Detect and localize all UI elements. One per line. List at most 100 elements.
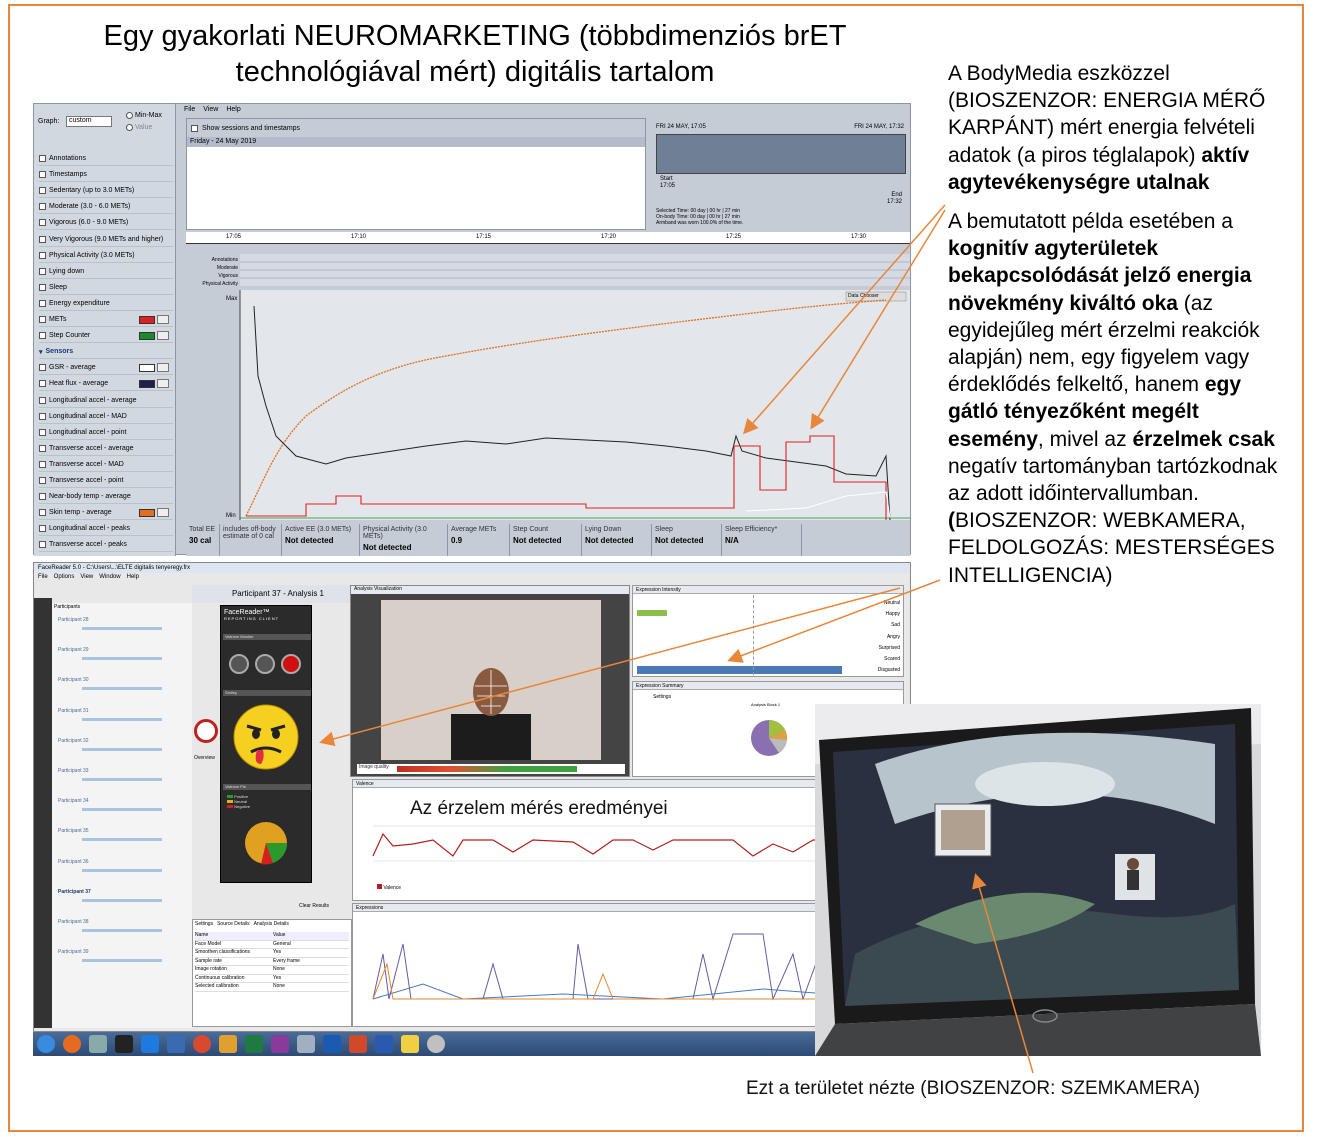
menu-window[interactable]: Window	[99, 574, 120, 580]
participant-item[interactable]: Participant 32	[58, 738, 89, 748]
sidebar-checkbox[interactable]	[39, 525, 46, 533]
participant-item[interactable]: Participant 37	[58, 889, 91, 899]
color-swatch[interactable]	[139, 363, 155, 372]
sidebar-checkbox[interactable]	[39, 267, 46, 275]
menu-file[interactable]: File	[38, 574, 48, 580]
sidebar-checkbox[interactable]	[39, 283, 46, 291]
terminal-icon[interactable]	[115, 1035, 133, 1053]
sidebar-item[interactable]: Physical Activity (3.0 METs)	[39, 249, 173, 263]
app-icon[interactable]	[297, 1035, 315, 1053]
minmax-radio[interactable]: Min-Max	[126, 112, 162, 119]
chevron-down-icon[interactable]	[157, 379, 169, 389]
settings-button[interactable]: Settings	[653, 694, 671, 700]
participant-item[interactable]: Participant 33	[58, 768, 89, 778]
sidebar-item[interactable]: Skin temp - average	[39, 506, 173, 521]
menu-help[interactable]: Help	[127, 574, 139, 580]
sidebar-checkbox[interactable]	[39, 316, 46, 323]
sidebar-checkbox[interactable]	[39, 299, 46, 307]
sidebar-checkbox[interactable]	[39, 493, 46, 501]
firefox-icon[interactable]	[63, 1035, 81, 1053]
sidebar-checkbox[interactable]	[39, 380, 46, 388]
menu-view[interactable]: View	[203, 106, 218, 113]
record-button[interactable]	[194, 719, 218, 743]
settings-row[interactable]: Continuous calibration Yes	[195, 975, 349, 983]
sidebar-item[interactable]: Very Vigorous (9.0 METs and higher)	[39, 233, 173, 247]
sidebar-item[interactable]: Longitudinal accel - MAD	[39, 410, 173, 424]
sidebar-item[interactable]: Transverse accel - point	[39, 474, 173, 488]
chrome-icon[interactable]	[193, 1035, 211, 1053]
outlook-icon[interactable]	[323, 1035, 341, 1053]
app-icon[interactable]	[89, 1035, 107, 1053]
facereader-taskbar-icon[interactable]	[427, 1035, 445, 1053]
network-icon[interactable]	[167, 1035, 185, 1053]
sidebar-checkbox[interactable]	[39, 203, 46, 211]
settings-row[interactable]: Image rotation None	[195, 966, 349, 975]
sidebar-checkbox[interactable]	[39, 155, 46, 162]
start-button[interactable]	[37, 1035, 55, 1053]
menu-view[interactable]: View	[80, 574, 93, 580]
settings-row[interactable]: Name Value	[195, 932, 349, 941]
notes-icon[interactable]	[401, 1035, 419, 1053]
participant-item[interactable]: Participant 34	[58, 798, 89, 808]
sidebar-item[interactable]: Longitudinal accel - point	[39, 426, 173, 440]
sidebar-checkbox[interactable]	[39, 460, 46, 468]
sidebar-checkbox[interactable]	[39, 509, 46, 517]
sidebar-item[interactable]: Energy expenditure	[39, 297, 173, 311]
word-icon[interactable]	[375, 1035, 393, 1053]
settings-row[interactable]: Sample rate Every frame	[195, 958, 349, 966]
sidebar-item[interactable]: Timestamps	[39, 168, 173, 183]
chevron-down-icon[interactable]	[157, 363, 169, 373]
chevron-down-icon[interactable]	[157, 508, 169, 518]
participant-item[interactable]: Participant 39	[58, 949, 89, 959]
sidebar-checkbox[interactable]	[39, 235, 46, 243]
sidebar-item[interactable]: Heat flux - average	[39, 377, 173, 392]
clear-results-button[interactable]: Clear Results	[299, 903, 329, 909]
sidebar-item[interactable]: METs	[39, 313, 173, 327]
sidebar-item[interactable]: Longitudinal accel - average	[39, 394, 173, 408]
sidebar-checkbox[interactable]	[39, 364, 46, 372]
participant-item[interactable]: Participant 35	[58, 828, 89, 838]
participant-item[interactable]: Participant 28	[58, 617, 89, 627]
menu-options[interactable]: Options	[54, 574, 75, 580]
settings-row[interactable]: Selected calibration None	[195, 983, 349, 992]
menu-file[interactable]: File	[184, 106, 195, 113]
sidebar-checkbox[interactable]	[39, 444, 46, 452]
menu-help[interactable]: Help	[226, 106, 240, 113]
sidebar-checkbox[interactable]	[39, 541, 46, 549]
participant-item[interactable]: Participant 31	[58, 708, 89, 718]
value-radio[interactable]: Value	[126, 124, 152, 131]
sidebar-checkbox[interactable]	[39, 332, 46, 340]
sidebar-checkbox[interactable]	[39, 171, 46, 179]
sidebar-item[interactable]: GSR - average	[39, 361, 173, 376]
participant-item[interactable]: Participant 29	[58, 647, 89, 657]
show-sessions-checkbox[interactable]	[191, 124, 198, 132]
range-bar[interactable]	[656, 134, 906, 174]
color-swatch[interactable]	[139, 379, 155, 388]
settings-row[interactable]: Face Model General	[195, 941, 349, 949]
session-row[interactable]: Friday - 24 May 2019	[187, 137, 645, 147]
sidebar-checkbox[interactable]	[39, 187, 46, 195]
sidebar-checkbox[interactable]	[39, 428, 46, 436]
tab-source-details[interactable]: Source Details	[217, 921, 250, 927]
ie-icon[interactable]	[141, 1035, 159, 1053]
color-swatch[interactable]	[139, 508, 155, 517]
tab-settings[interactable]: Settings	[195, 921, 213, 927]
settings-row[interactable]: Smoothen classifications Yes	[195, 949, 349, 958]
sidebar-item[interactable]: Near-body temp - average	[39, 490, 173, 505]
sidebar-checkbox[interactable]	[39, 396, 46, 404]
sidebar-item[interactable]: Step Counter	[39, 329, 173, 344]
onenote-icon[interactable]	[271, 1035, 289, 1053]
sidebar-item[interactable]: ▾ Sensors	[39, 345, 173, 360]
sidebar-checkbox[interactable]	[39, 412, 46, 420]
powerpoint-icon[interactable]	[349, 1035, 367, 1053]
color-swatch[interactable]	[139, 331, 155, 340]
excel-icon[interactable]	[245, 1035, 263, 1053]
sidebar-item[interactable]: Moderate (3.0 - 6.0 METs)	[39, 200, 173, 215]
sidebar-checkbox[interactable]	[39, 251, 46, 259]
sidebar-item[interactable]: Longitudinal accel - peaks	[39, 522, 173, 537]
participant-item[interactable]: Participant 30	[58, 677, 89, 687]
participant-item[interactable]: Participant 38	[58, 919, 89, 929]
chevron-down-icon[interactable]	[157, 315, 169, 324]
sidebar-item[interactable]: Vigorous (6.0 - 9.0 METs)	[39, 216, 173, 231]
sidebar-item[interactable]: Sleep	[39, 281, 173, 295]
